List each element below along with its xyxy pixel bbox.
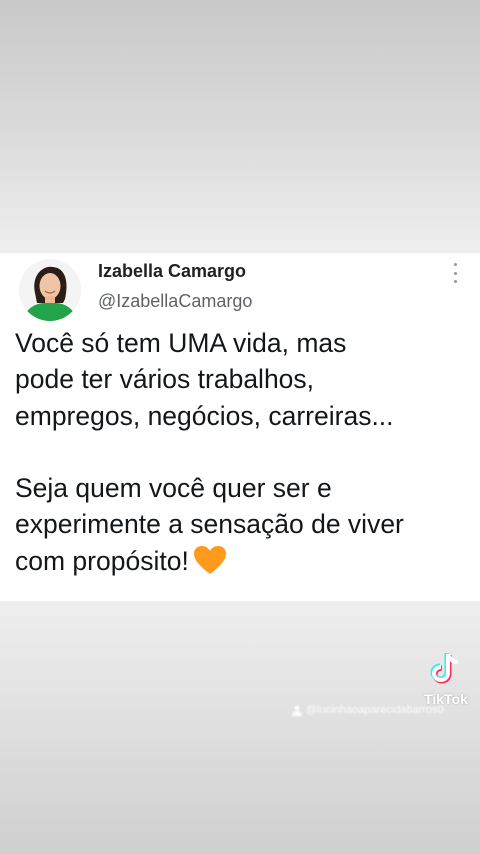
tweet-line-blank (15, 434, 475, 470)
tweet-text: Você só tem UMA vida, mas pode ter vário… (15, 325, 475, 584)
tweet-line: Seja quem você quer ser e (15, 473, 332, 504)
tweet-card: Izabella Camargo @IzabellaCamargo Você s… (0, 253, 480, 601)
tweet-line: experimente a sensação de viver (15, 509, 404, 540)
author-handle[interactable]: @IzabellaCamargo (98, 291, 252, 312)
tweet-line-last: com propósito! (15, 543, 475, 584)
watermark-user: @lucinhaoaparecidabarros0 (306, 704, 444, 716)
orange-heart-icon (193, 545, 227, 584)
tweet-line: com propósito! (15, 545, 189, 576)
tiktok-logo: TikTok (418, 650, 474, 707)
tweet-line: Você só tem UMA vida, mas (15, 328, 347, 358)
tiktok-note-icon (430, 653, 459, 684)
watermark: @lucinhaoaparecidabarros0 (292, 704, 444, 716)
user-icon (292, 705, 302, 716)
more-options-icon[interactable] (448, 263, 462, 283)
author-avatar[interactable] (19, 259, 81, 321)
tweet-line: empregos, negócios, carreiras... (15, 400, 394, 431)
author-name[interactable]: Izabella Camargo (98, 261, 246, 282)
tweet-line: pode ter vários trabalhos, (15, 364, 315, 395)
